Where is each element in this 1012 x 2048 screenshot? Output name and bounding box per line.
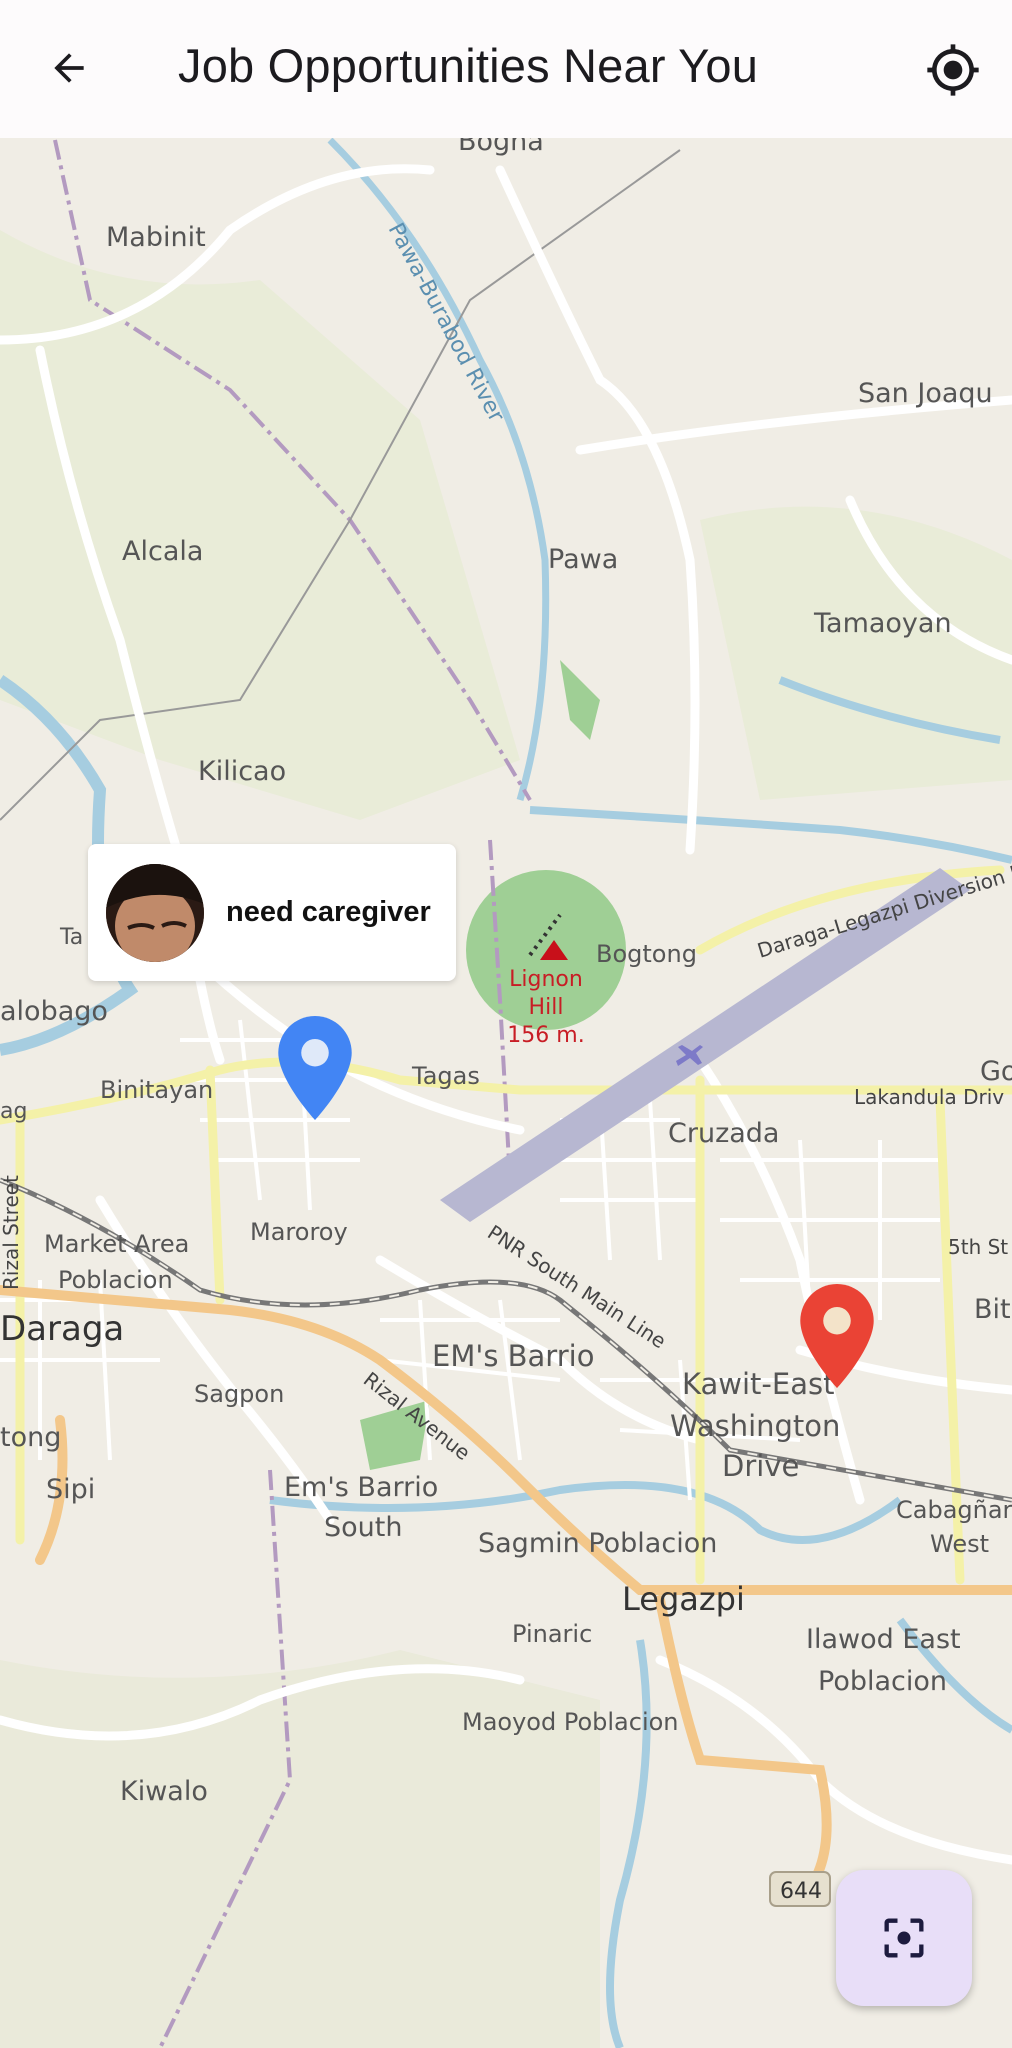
- place-label: Em's Barrio: [284, 1472, 438, 1503]
- place-label: EM's Barrio: [432, 1339, 594, 1373]
- center-map-fab[interactable]: [836, 1870, 972, 2006]
- place-label: Bogtong: [596, 940, 697, 968]
- place-label: Sagmin Poblacion: [478, 1528, 717, 1559]
- place-label: ag: [0, 1099, 27, 1124]
- place-label: Alcala: [122, 536, 203, 567]
- place-label: Maroroy: [250, 1218, 348, 1246]
- my-location-button[interactable]: [920, 32, 986, 108]
- place-label: Tagas: [411, 1062, 480, 1090]
- place-label: Binitayan: [100, 1076, 213, 1104]
- back-button[interactable]: [36, 30, 102, 106]
- job-title: need caregiver: [226, 896, 431, 928]
- place-label: Mabinit: [106, 222, 206, 253]
- place-label: Poblacion: [818, 1666, 947, 1697]
- place-label: Sipi: [46, 1474, 95, 1505]
- place-label: Bit: [974, 1294, 1011, 1325]
- road-label: 5th St: [948, 1235, 1008, 1259]
- place-label: Daraga: [0, 1309, 124, 1349]
- place-label: Cabagñar: [896, 1496, 1012, 1524]
- place-label: Washington: [670, 1409, 840, 1443]
- place-label: Bogna: [458, 138, 544, 157]
- river-label: Pawa-Burabod River: [383, 219, 509, 427]
- place-label: Kiwalo: [120, 1776, 208, 1807]
- place-label: Pawa: [548, 544, 618, 575]
- map-pin-icon: [278, 1016, 352, 1120]
- place-label: San Joaqu: [858, 378, 993, 409]
- road-label: Rizal Street: [0, 1175, 23, 1290]
- user-avatar: [106, 863, 204, 962]
- hill-label: Lignon: [509, 967, 583, 992]
- place-label: Cruzada: [668, 1118, 779, 1149]
- place-label: Ilawod East: [806, 1624, 961, 1655]
- place-label: Legazpi: [622, 1580, 745, 1618]
- map-view[interactable]: Bogna Mabinit San Joaqu Alcala Pawa Tama…: [0, 138, 1012, 2048]
- place-label: Market Area: [44, 1230, 189, 1258]
- hill-elevation: 156 m.: [507, 1023, 584, 1048]
- place-label: Drive: [722, 1449, 799, 1483]
- place-label: tong: [0, 1422, 61, 1453]
- job-info-window[interactable]: need caregiver: [88, 844, 456, 981]
- place-label: alobago: [0, 996, 108, 1027]
- place-label: Kilicao: [198, 756, 286, 787]
- map-pin-icon: [800, 1284, 874, 1388]
- place-label: West: [930, 1530, 989, 1558]
- arrow-left-icon: [54, 53, 84, 83]
- place-label: Sagpon: [194, 1380, 284, 1408]
- center-focus-icon: [884, 1918, 924, 1958]
- road-label: Lakandula Driv: [854, 1085, 1004, 1109]
- place-label: Ta: [59, 925, 83, 950]
- hill-label: Hill: [529, 995, 564, 1020]
- place-label: Gog: [980, 1056, 1012, 1087]
- place-label: Tamaoyan: [813, 608, 952, 639]
- app-bar: Job Opportunities Near You: [0, 0, 1012, 138]
- place-label: Poblacion: [58, 1266, 173, 1294]
- page-title: Job Opportunities Near You: [178, 39, 759, 92]
- my-location-icon: [927, 44, 979, 96]
- map-tiles: Bogna Mabinit San Joaqu Alcala Pawa Tama…: [0, 138, 1012, 2048]
- place-label: Maoyod Poblacion: [462, 1708, 679, 1736]
- route-label: 644: [780, 1879, 822, 1904]
- place-label: South: [324, 1512, 402, 1543]
- place-label: Pinaric: [512, 1620, 592, 1648]
